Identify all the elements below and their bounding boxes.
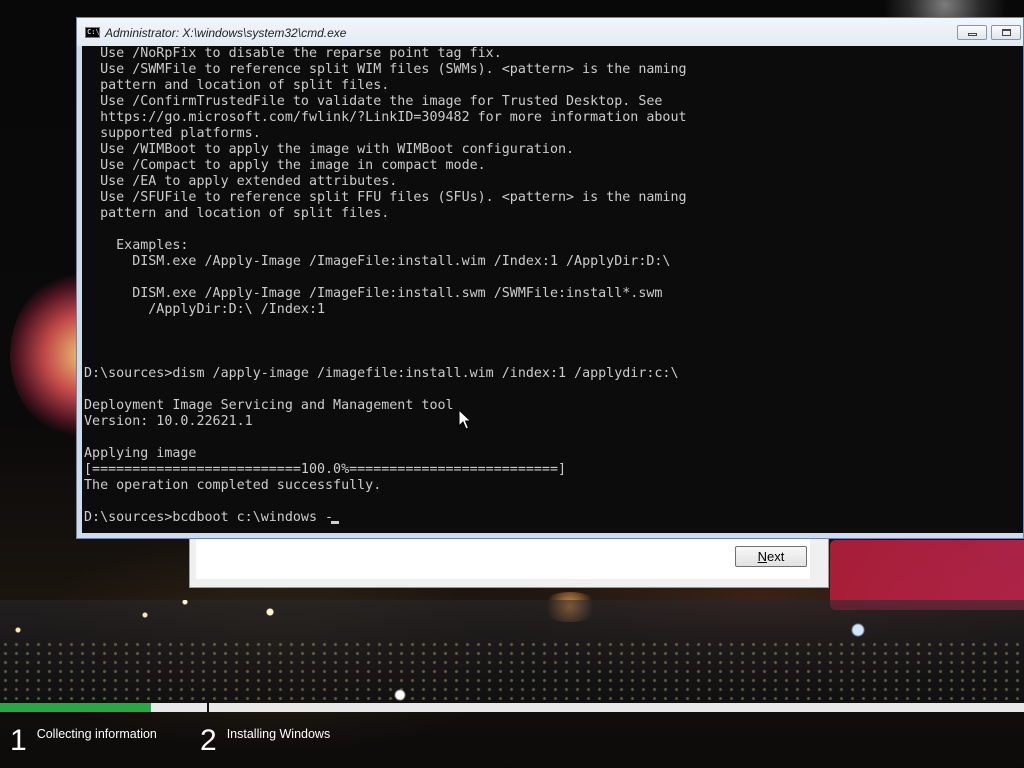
mouse-pointer-icon	[458, 409, 472, 430]
progress-step-divider	[207, 703, 209, 712]
next-label-rest: ext	[767, 549, 785, 564]
minimize-icon	[967, 33, 977, 36]
console-output: Use /NoRpFix to disable the reparse poin…	[84, 46, 687, 525]
maximize-icon	[1001, 29, 1011, 36]
setup-progress-fill	[0, 703, 151, 712]
console-area[interactable]: Use /NoRpFix to disable the reparse poin…	[82, 46, 1023, 533]
text-cursor	[331, 521, 339, 524]
step-label: Installing Windows	[226, 727, 331, 741]
step-label: Collecting information	[36, 727, 157, 741]
maximize-button[interactable]	[991, 25, 1021, 40]
setup-step-1: 1 Collecting information	[10, 725, 157, 757]
step-number: 1	[10, 724, 27, 757]
minimize-button[interactable]	[957, 25, 987, 40]
cmd-window[interactable]: C:\ Administrator: X:\windows\system32\c…	[76, 17, 1024, 539]
title-bar[interactable]: C:\ Administrator: X:\windows\system32\c…	[77, 18, 1023, 46]
setup-step-2: 2 Installing Windows	[200, 725, 330, 757]
window-controls	[957, 25, 1021, 40]
next-accelerator: N	[757, 549, 768, 564]
next-button[interactable]: Next	[735, 546, 807, 567]
cmd-icon: C:\	[85, 27, 100, 38]
step-number: 2	[200, 724, 217, 757]
city-lights	[0, 640, 1024, 700]
window-title: Administrator: X:\windows\system32\cmd.e…	[105, 26, 347, 40]
setup-progress-bar	[0, 703, 1024, 712]
